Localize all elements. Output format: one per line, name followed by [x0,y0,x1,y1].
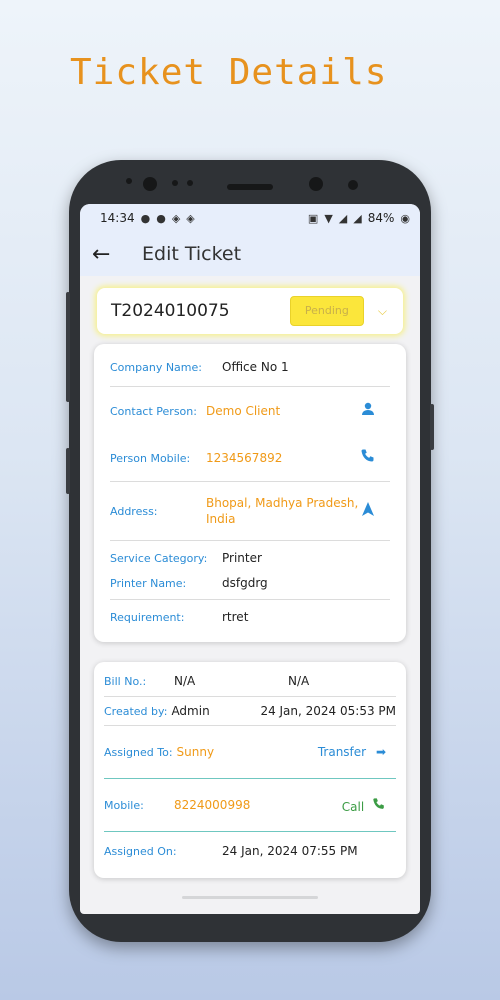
company-label: Company Name: [110,360,202,374]
phone-frame: 14:34 ● ● ◈ ◈ ▣ ▼ ◢ ◢ 84% ◉ ← Edit Ticke… [66,160,434,942]
earpiece-speaker [227,184,273,190]
mobile-row: Person Mobile: 1234567892 [110,435,390,481]
printer-label: Printer Name: [110,576,187,590]
service-label: Service Category: [110,551,208,565]
address-line2: India [206,512,236,526]
front-camera [143,177,157,191]
back-arrow-icon[interactable]: ← [92,242,128,267]
ticket-details-card: Company Name: Office No 1 Contact Person… [94,344,406,642]
status-time: 14:34 [100,211,135,225]
phone-icon [372,797,386,814]
phone-icon[interactable] [360,448,376,468]
transfer-label: Transfer [317,745,367,759]
signal-icon: ◢ [353,211,362,225]
assigned-on-value: 24 Jan, 2024 07:55 PM [222,844,358,858]
sensor-dot [126,178,132,184]
assigned-to-label: Assigned To: [104,745,173,759]
transfer-button[interactable]: Transfer ➡ [318,745,386,759]
sync-icon: ◈ [186,211,195,225]
battery-percent: 84% [367,211,395,225]
contact-label: Contact Person: [110,404,197,418]
call-label: Call [341,799,365,814]
bill-value: N/A [174,674,196,688]
created-on-value: 24 Jan, 2024 05:53 PM [260,704,396,718]
requirement-label: Requirement: [110,610,185,624]
status-bar: 14:34 ● ● ◈ ◈ ▣ ▼ ◢ ◢ 84% ◉ [80,204,420,232]
sensor-dot [172,180,178,186]
signal-icon: ◢ [338,211,348,225]
mobile-label: Mobile: [104,798,144,812]
address-row: Address: Bhopal, Madhya Pradesh, India [110,482,390,540]
sensor-dot [348,180,358,190]
assignment-card: Bill No.: N/A N/A Created by: Admin 24 J… [94,662,406,878]
top-bezel [69,160,431,208]
ticket-header: T2024010075 Pending ⌵ [97,288,403,334]
chat-bubble-icon: ● [140,211,151,225]
volume-button [66,292,70,402]
address-label: Address: [110,504,158,518]
person-mobile-value: 1234567892 [206,451,283,465]
app-bar: ← Edit Ticket [80,232,420,276]
assignee-mobile-row: Mobile: 8224000998 Call [104,779,396,831]
navigation-icon[interactable] [360,501,376,521]
ticket-id: T2024010075 [111,301,230,321]
front-camera [309,177,323,191]
person-mobile-label: Person Mobile: [110,451,191,465]
address-line1: Bhopal, Madhya Pradesh, [206,496,359,510]
call-button[interactable]: Call [342,797,386,814]
divider [110,540,390,541]
requirement-row: Requirement: rtret [110,600,390,634]
status-dropdown[interactable]: Pending [289,296,364,326]
assigned-on-label: Assigned On: [104,844,177,858]
requirement-value: rtret [222,610,249,624]
volte-icon: ▣ [307,211,319,225]
promo-title: Ticket Details [70,52,388,93]
created-row: Created by: Admin 24 Jan, 2024 05:53 PM [104,697,396,725]
chevron-down-icon[interactable]: ⌵ [378,304,387,319]
assigned-on-row: Assigned On: 24 Jan, 2024 07:55 PM [104,832,396,870]
home-indicator[interactable] [182,896,318,899]
printer-row: Printer Name: dsfgdrg [110,573,390,593]
assigned-row: Assigned To: Sunny Transfer ➡ [104,726,396,778]
app-screen: 14:34 ● ● ◈ ◈ ▣ ▼ ◢ ◢ 84% ◉ ← Edit Ticke… [80,204,420,914]
bill-value-secondary: N/A [288,674,310,688]
service-value: Printer [222,551,262,565]
bill-row: Bill No.: N/A N/A [104,666,396,696]
created-label: Created by: [104,704,168,718]
power-button [430,404,434,450]
company-row: Company Name: Office No 1 [110,348,390,386]
side-button [66,448,70,494]
facebook-icon: ● [156,211,166,225]
wifi-icon: ▼ [324,211,333,225]
company-value: Office No 1 [222,360,289,374]
sensor-dot [187,180,193,186]
bill-label: Bill No.: [104,674,147,688]
sync-icon: ◈ [171,211,181,225]
assigned-to-value: Sunny [176,745,215,759]
service-row: Service Category: Printer [110,543,390,573]
battery-icon: ◉ [400,211,410,225]
mobile-value: 8224000998 [174,798,251,812]
person-icon[interactable] [360,401,376,421]
printer-value: dsfgdrg [222,576,268,590]
contact-value: Demo Client [206,404,281,418]
page-title: Edit Ticket [142,243,242,265]
contact-row: Contact Person: Demo Client [110,387,390,435]
created-by-value: Admin [171,704,210,718]
arrow-right-icon: ➡ [375,745,386,759]
